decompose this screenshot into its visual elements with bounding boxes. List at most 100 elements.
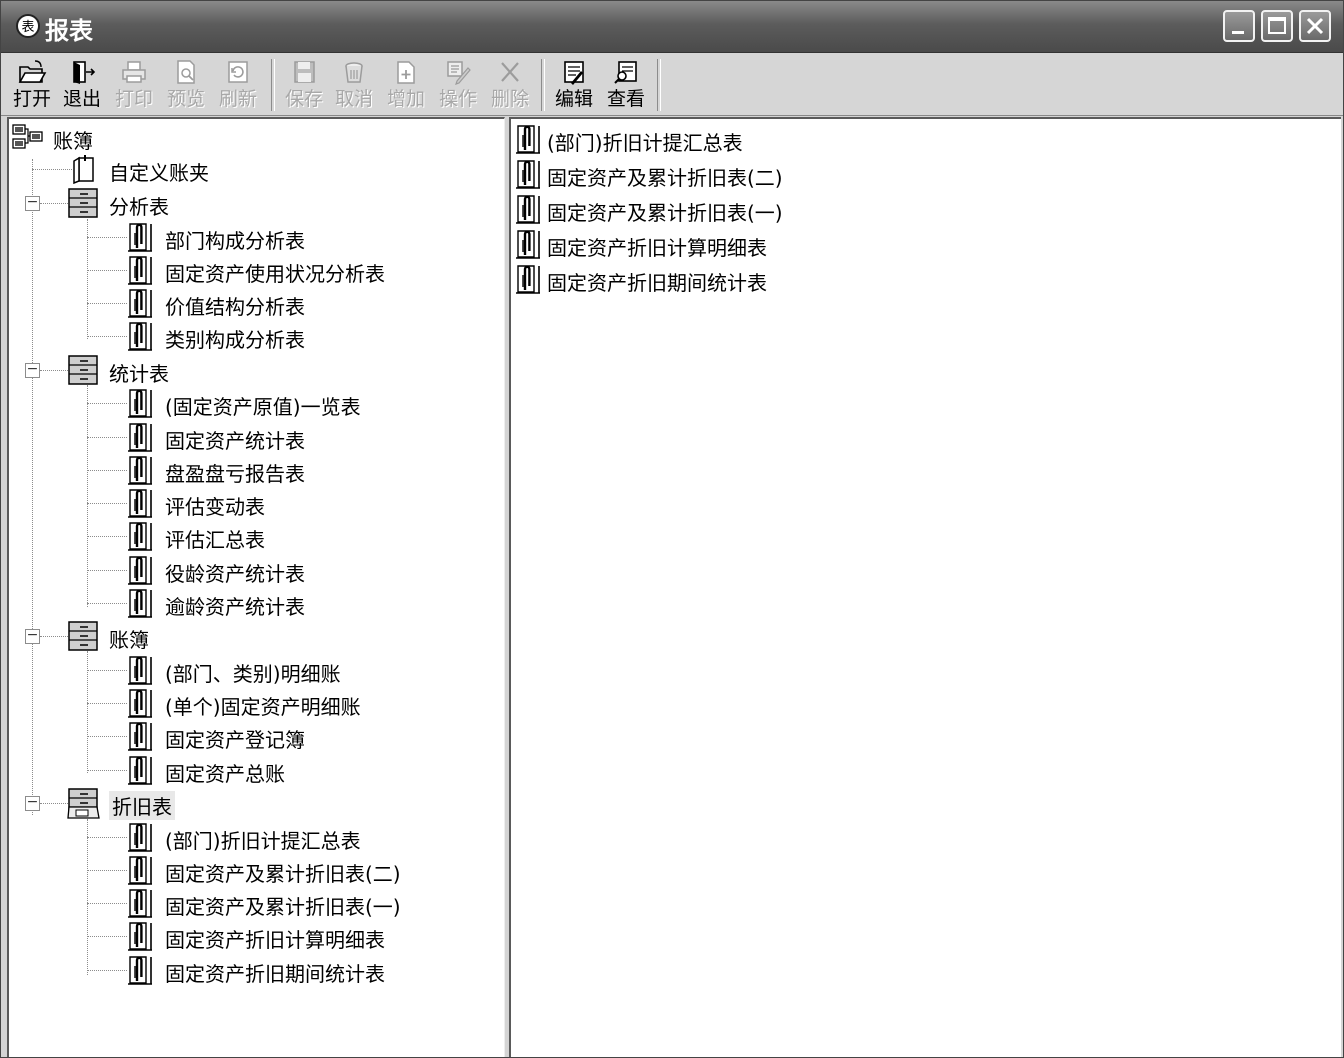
tree-connector (87, 736, 127, 738)
file-cabinet-icon (68, 621, 98, 652)
edit-report-icon (564, 61, 584, 85)
tree-connector (87, 603, 127, 604)
report-clip-icon (128, 689, 152, 718)
tree-report-label: (单个)固定资产明细账 (165, 695, 361, 720)
tree-connector (87, 903, 127, 905)
report-clip-icon (128, 722, 152, 752)
title-bar[interactable]: 表 报表 (1, 1, 1343, 53)
report-clip-icon (516, 195, 540, 224)
cancel-button[interactable]: 取消 (329, 56, 379, 112)
tree-group-label: 账簿 (109, 628, 149, 653)
operate-pencil-icon (447, 61, 471, 85)
binder-icon (73, 155, 94, 184)
collapse-toggle[interactable]: − (25, 362, 40, 378)
minimize-button[interactable] (1223, 10, 1255, 42)
exit-door-icon (73, 61, 96, 84)
tree-connector (87, 669, 127, 671)
save-button[interactable]: 保存 (279, 56, 329, 112)
tree-group-label: 折旧表 (109, 791, 175, 820)
tree-connector (87, 836, 127, 838)
network-tree-icon (12, 124, 43, 149)
print-preview-icon (177, 60, 195, 84)
report-clip-icon (128, 522, 152, 552)
tree-connector (87, 336, 127, 338)
tree-report-label: 固定资产及累计折旧表(一) (165, 895, 401, 920)
tree-line (87, 819, 88, 975)
preview-label: 预览 (166, 88, 205, 110)
open-button[interactable]: 打开 (7, 56, 57, 112)
report-window: 表 报表 打开 退出 打印 预览 刷新 保存 取消 增加 操作 删除 编辑 查看… (0, 0, 1344, 1058)
toolbar-separator (271, 59, 275, 111)
tree-connector (87, 969, 127, 971)
exit-label: 退出 (62, 88, 101, 110)
tree-connector (87, 703, 127, 705)
report-clip-icon (128, 656, 152, 685)
tree-connector (87, 503, 127, 505)
tree-panel[interactable]: 账簿 自定义账夹 − 分析表 部门构成分析表 固定资产使用状况分析表 价值结构分析表 类别… (7, 117, 505, 1057)
maximize-button[interactable] (1261, 10, 1293, 42)
report-clip-icon (128, 389, 152, 418)
refresh-button[interactable]: 刷新 (213, 56, 263, 112)
report-list-label: (部门)折旧计提汇总表 (547, 131, 743, 155)
open-label: 打开 (12, 88, 51, 110)
tree-report-label: 固定资产登记簿 (165, 728, 305, 753)
open-folder-icon (18, 60, 47, 83)
report-list-panel[interactable]: (部门)折旧计提汇总表 固定资产及累计折旧表(二) 固定资产及累计折旧表(一) 固定资… (509, 117, 1341, 1057)
add-button[interactable]: 增加 (381, 56, 431, 112)
open-cabinet-icon (67, 788, 100, 819)
exit-button[interactable]: 退出 (57, 56, 107, 112)
collapse-toggle[interactable]: − (25, 195, 40, 211)
report-clip-icon (128, 922, 152, 952)
collapse-toggle[interactable]: − (25, 795, 40, 811)
save-disk-icon (294, 61, 315, 83)
printer-icon (122, 61, 146, 83)
edit-label: 编辑 (554, 88, 593, 110)
tree-group-label: 分析表 (109, 195, 169, 219)
tree-connector (87, 569, 127, 571)
tree-report-label: 盘盈盘亏报告表 (165, 461, 305, 486)
app-report-icon: 表 (16, 14, 40, 38)
report-clip-icon (128, 456, 152, 485)
tree-report-label: (固定资产原值)一览表 (165, 395, 361, 420)
collapse-toggle[interactable]: − (25, 628, 40, 645)
custom-folder-label: 自定义账夹 (109, 161, 209, 185)
report-clip-icon (128, 589, 152, 618)
operate-label: 操作 (438, 88, 477, 110)
svg-text:表: 表 (21, 20, 34, 35)
toolbar-separator (657, 59, 661, 111)
report-list-label: 固定资产折旧计算明细表 (547, 236, 767, 260)
file-cabinet-icon (68, 354, 98, 385)
operate-button[interactable]: 操作 (433, 56, 483, 112)
close-button[interactable] (1299, 10, 1331, 42)
edit-button[interactable]: 编辑 (549, 56, 599, 112)
tree-report-label: 评估变动表 (165, 495, 265, 520)
tree-group-label: 统计表 (109, 361, 169, 386)
tree-connector (87, 936, 127, 938)
report-clip-icon (128, 422, 152, 452)
tree-line (32, 159, 33, 815)
save-label: 保存 (284, 88, 323, 110)
tree-report-label: 评估汇总表 (165, 528, 265, 553)
cancel-label: 取消 (334, 88, 373, 110)
maximize-icon (1268, 17, 1286, 34)
report-clip-icon (128, 755, 152, 785)
preview-button[interactable]: 预览 (161, 56, 211, 112)
report-clip-icon (128, 822, 152, 852)
print-button[interactable]: 打印 (109, 56, 159, 112)
report-clip-icon (516, 230, 540, 259)
add-document-icon (397, 61, 415, 84)
tree-connector (87, 403, 127, 405)
report-clip-icon (128, 555, 152, 585)
report-clip-icon (516, 265, 540, 294)
view-button[interactable]: 查看 (601, 56, 651, 112)
close-icon (1306, 17, 1324, 35)
report-clip-icon (128, 222, 152, 252)
tree-report-label: 类别构成分析表 (165, 328, 305, 353)
delete-button[interactable]: 删除 (485, 56, 535, 112)
tree-report-label: 部门构成分析表 (165, 228, 305, 253)
delete-x-icon (501, 62, 519, 82)
toolbar-separator (541, 59, 545, 111)
tree-connector (87, 303, 127, 305)
tree-connector (87, 869, 127, 871)
cancel-bucket-icon (345, 62, 363, 83)
